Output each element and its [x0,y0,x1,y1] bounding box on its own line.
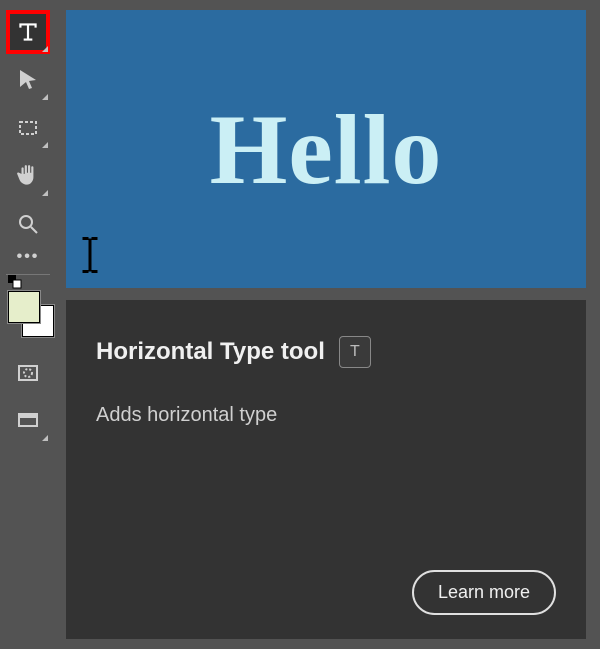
quick-mask-tool[interactable] [6,351,50,395]
screen-mode-tool[interactable] [6,399,50,443]
flyout-indicator-icon [42,435,48,441]
tools-toolbar: ••• [0,0,56,649]
text-cursor-icon [78,237,102,278]
tool-preview: Hello [66,10,586,288]
preview-sample-text: Hello [210,92,443,207]
type-tool-icon [15,19,41,45]
tool-title-row: Horizontal Type tool T [96,336,556,368]
tool-info-panel: Horizontal Type tool T Adds horizontal t… [66,300,586,639]
marquee-tool-icon [16,116,40,140]
shortcut-badge: T [339,336,371,368]
quick-mask-icon [16,361,40,385]
screen-mode-icon [16,409,40,433]
move-tool-icon [16,68,40,92]
default-colors-icon[interactable] [8,275,22,289]
tooltip-panel: Hello Horizontal Type tool T Adds horizo… [56,0,600,649]
flyout-indicator-icon [42,142,48,148]
tool-description: Adds horizontal type [96,404,556,427]
hand-tool-icon [15,163,41,189]
color-swatches[interactable] [6,289,50,337]
flyout-indicator-icon [42,190,48,196]
type-tool[interactable] [6,10,50,54]
zoom-tool[interactable] [6,202,50,246]
foreground-color-swatch[interactable] [8,291,40,323]
move-tool[interactable] [6,58,50,102]
app-root: ••• Hello [0,0,600,649]
hand-tool[interactable] [6,154,50,198]
zoom-tool-icon [16,212,40,236]
flyout-indicator-icon [42,46,48,52]
flyout-indicator-icon [42,94,48,100]
learn-more-button[interactable]: Learn more [412,570,556,615]
more-tools-icon[interactable]: ••• [6,250,50,264]
tool-title: Horizontal Type tool [96,338,325,366]
marquee-tool[interactable] [6,106,50,150]
